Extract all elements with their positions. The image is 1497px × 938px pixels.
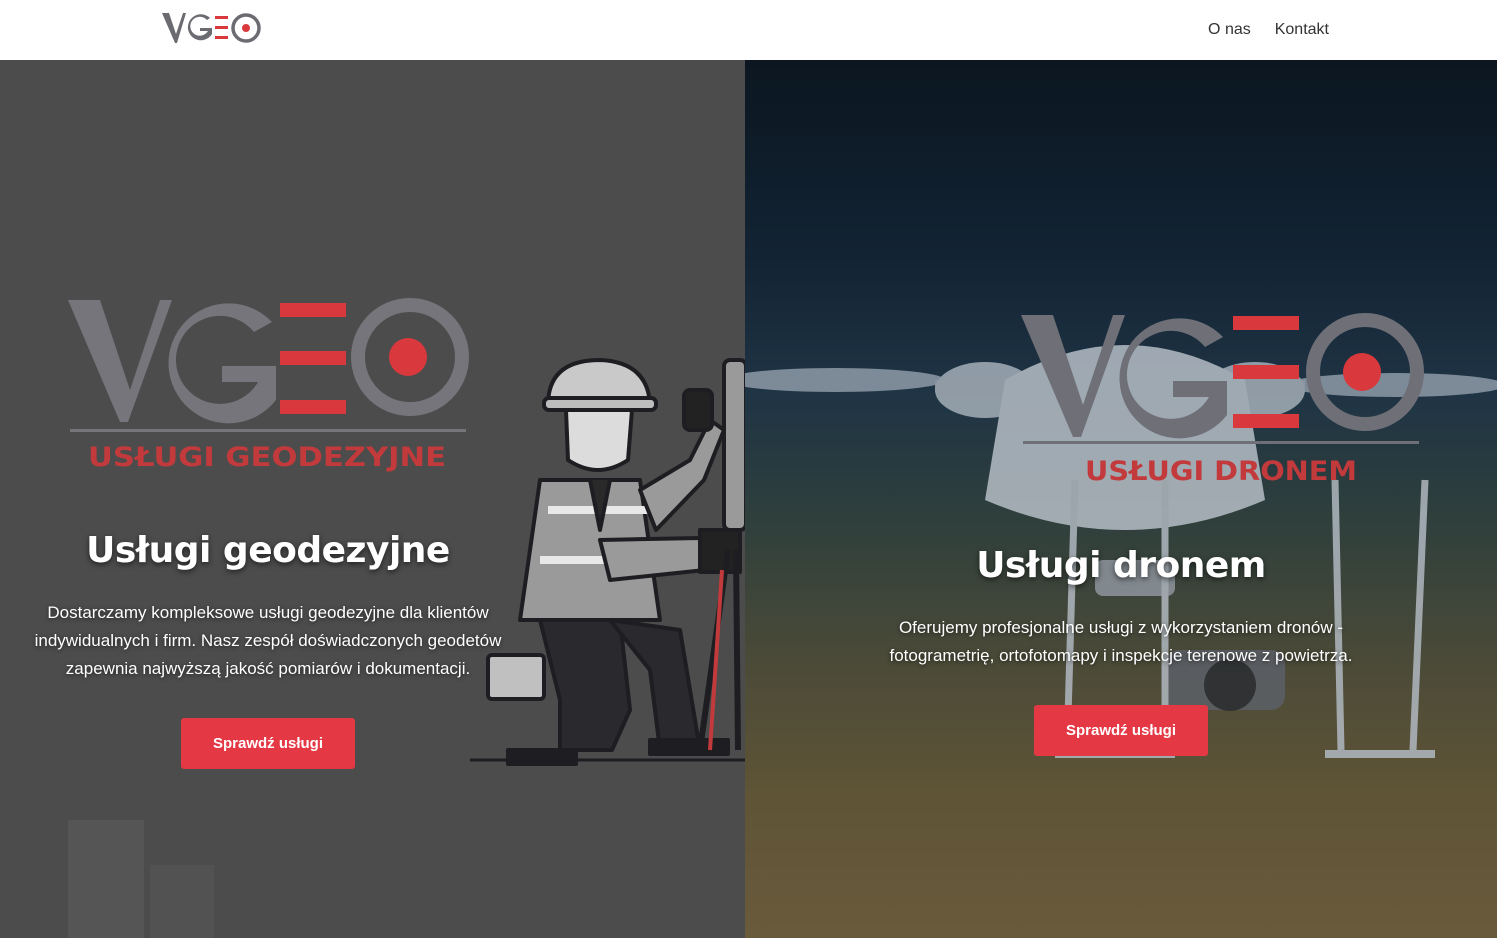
geodesy-panel[interactable]: USŁUGI GEODEZYJNE [0,60,745,938]
drone-panel[interactable]: USŁUGI DRONEM [745,60,1497,938]
drone-background-photo: USŁUGI DRONEM [745,313,1497,758]
drone-logo-subtitle: USŁUGI DRONEM [1085,456,1357,487]
nav-links: O nas Kontakt [1208,0,1329,60]
drone-content: Usługi dronem Oferujemy profesjonalne us… [745,545,1497,756]
nav-link-contact[interactable]: Kontakt [1275,21,1329,39]
geodesy-logo-graphic: USŁUGI GEODEZYJNE [68,298,469,473]
geodesy-background-illustration: USŁUGI GEODEZYJNE [68,298,745,938]
drone-title: Usługi dronem [976,545,1266,586]
brand-logo[interactable] [160,10,264,46]
drone-check-services-button[interactable]: Sprawdź usługi [1033,705,1208,756]
nav-link-about[interactable]: O nas [1208,21,1251,39]
top-navbar: O nas Kontakt [0,0,1497,60]
geodesy-description: Dostarczamy kompleksowe usługi geodezyjn… [34,603,502,678]
drone-description: Oferujemy profesjonalne usługi z wykorzy… [889,618,1353,665]
geodesy-check-services-button[interactable]: Sprawdź usługi [180,718,355,769]
geodesy-logo-subtitle: USŁUGI GEODEZYJNE [88,442,446,473]
geodesy-content: Usługi geodezyjne Dostarczamy kompleksow… [0,530,536,769]
hero-section: USŁUGI GEODEZYJNE USŁUGI DRONEM Usługi g… [0,60,1497,938]
geodesy-title: Usługi geodezyjne [86,530,450,571]
